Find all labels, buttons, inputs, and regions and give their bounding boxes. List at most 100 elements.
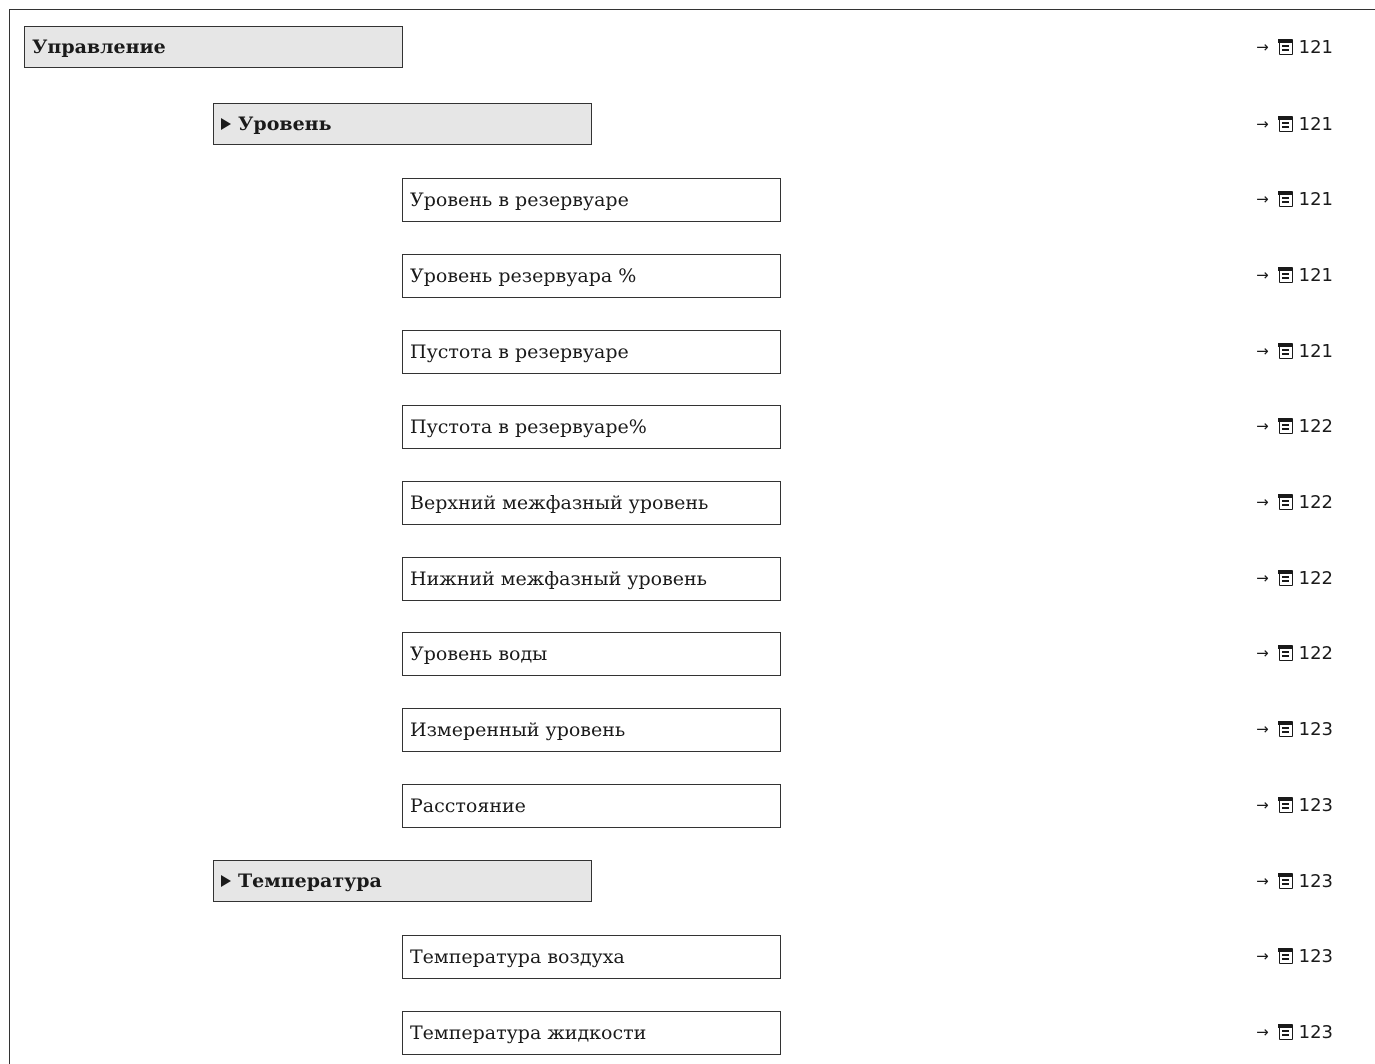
page-ref[interactable]: → 122: [1256, 405, 1333, 447]
parameter-row: Верхний межфазный уровень → 122: [0, 481, 1375, 525]
parameter-label: Расстояние: [410, 795, 526, 817]
page-number: 122: [1298, 415, 1333, 437]
page-ref[interactable]: → 122: [1256, 481, 1333, 523]
page-ref[interactable]: → 123: [1256, 935, 1333, 977]
page-reference-icon: [1278, 190, 1293, 207]
triangle-right-icon: [221, 875, 231, 887]
arrow-right-icon: →: [1256, 38, 1269, 56]
page-number: 122: [1298, 567, 1333, 589]
arrow-right-icon: →: [1256, 569, 1269, 587]
parameter-label: Верхний межфазный уровень: [410, 492, 709, 514]
parameter-box-tank-level-percent[interactable]: Уровень резервуара %: [402, 254, 781, 298]
parameter-row: Пустота в резервуаре → 121: [0, 330, 1375, 374]
page-number: 121: [1298, 188, 1333, 210]
parameter-box-distance[interactable]: Расстояние: [402, 784, 781, 828]
page-number: 123: [1298, 945, 1333, 967]
page-number: 121: [1298, 36, 1333, 58]
parameter-box-tank-ullage[interactable]: Пустота в резервуаре: [402, 330, 781, 374]
parameter-row: Измеренный уровень → 123: [0, 708, 1375, 752]
parameter-box-upper-interface-level[interactable]: Верхний межфазный уровень: [402, 481, 781, 525]
page-ref-level[interactable]: → 121: [1256, 103, 1333, 145]
parameter-label: Температура жидкости: [410, 1022, 647, 1044]
parameter-row: Пустота в резервуаре% → 122: [0, 405, 1375, 449]
page-reference-icon: [1278, 720, 1293, 737]
arrow-right-icon: →: [1256, 115, 1269, 133]
page-ref[interactable]: → 122: [1256, 557, 1333, 599]
parameter-box-tank-ullage-percent[interactable]: Пустота в резервуаре%: [402, 405, 781, 449]
arrow-right-icon: →: [1256, 1023, 1269, 1041]
arrow-right-icon: →: [1256, 872, 1269, 890]
arrow-right-icon: →: [1256, 190, 1269, 208]
page-reference-icon: [1278, 872, 1293, 889]
parameter-box-measured-level[interactable]: Измеренный уровень: [402, 708, 781, 752]
parameter-row: Уровень резервуара % → 121: [0, 254, 1375, 298]
parameter-label: Уровень резервуара %: [410, 265, 637, 287]
page-number: 122: [1298, 642, 1333, 664]
menu-title: Управление: [32, 36, 166, 58]
arrow-right-icon: →: [1256, 644, 1269, 662]
submenu-level-box[interactable]: Уровень: [213, 103, 592, 145]
submenu-label: Уровень: [238, 113, 332, 135]
parameter-row: Расстояние → 123: [0, 784, 1375, 828]
parameter-row: Температура воздуха → 123: [0, 935, 1375, 979]
parameter-label: Измеренный уровень: [410, 719, 626, 741]
parameter-row: Уровень в резервуаре → 121: [0, 178, 1375, 222]
submenu-row-temperature: Температура → 123: [0, 860, 1375, 904]
submenu-temperature-box[interactable]: Температура: [213, 860, 592, 902]
page-ref-management[interactable]: → 121: [1256, 26, 1333, 68]
arrow-right-icon: →: [1256, 417, 1269, 435]
page-reference-icon: [1278, 947, 1293, 964]
parameter-box-liquid-temperature[interactable]: Температура жидкости: [402, 1011, 781, 1055]
page-number: 121: [1298, 113, 1333, 135]
page-reference-icon: [1278, 569, 1293, 586]
page-ref[interactable]: → 121: [1256, 254, 1333, 296]
arrow-right-icon: →: [1256, 266, 1269, 284]
parameter-label: Нижний межфазный уровень: [410, 568, 708, 590]
menu-management-box[interactable]: Управление: [24, 26, 403, 68]
triangle-right-icon: [221, 118, 231, 130]
page-number: 122: [1298, 491, 1333, 513]
menu-row-management: Управление → 121: [0, 26, 1375, 70]
page-reference-icon: [1278, 38, 1293, 55]
page-reference-icon: [1278, 1023, 1293, 1040]
parameter-box-air-temperature[interactable]: Температура воздуха: [402, 935, 781, 979]
parameter-label: Уровень воды: [410, 643, 548, 665]
arrow-right-icon: →: [1256, 493, 1269, 511]
parameter-box-lower-interface-level[interactable]: Нижний межфазный уровень: [402, 557, 781, 601]
page-reference-icon: [1278, 796, 1293, 813]
parameter-label: Уровень в резервуаре: [410, 189, 629, 211]
arrow-right-icon: →: [1256, 342, 1269, 360]
arrow-right-icon: →: [1256, 947, 1269, 965]
page-ref-temperature[interactable]: → 123: [1256, 860, 1333, 902]
submenu-label: Температура: [238, 870, 382, 892]
page-reference-icon: [1278, 493, 1293, 510]
page-reference-icon: [1278, 115, 1293, 132]
page-number: 123: [1298, 794, 1333, 816]
page-ref[interactable]: → 121: [1256, 330, 1333, 372]
page-reference-icon: [1278, 266, 1293, 283]
arrow-right-icon: →: [1256, 720, 1269, 738]
page-ref[interactable]: → 123: [1256, 1011, 1333, 1053]
page-ref[interactable]: → 123: [1256, 708, 1333, 750]
arrow-right-icon: →: [1256, 796, 1269, 814]
parameter-label: Температура воздуха: [410, 946, 625, 968]
page-reference-icon: [1278, 644, 1293, 661]
parameter-box-water-level[interactable]: Уровень воды: [402, 632, 781, 676]
page-ref[interactable]: → 123: [1256, 784, 1333, 826]
page-number: 123: [1298, 1021, 1333, 1043]
submenu-row-level: Уровень → 121: [0, 103, 1375, 147]
parameter-row: Нижний межфазный уровень → 122: [0, 557, 1375, 601]
page-number: 121: [1298, 340, 1333, 362]
page-reference-icon: [1278, 417, 1293, 434]
page-number: 121: [1298, 264, 1333, 286]
parameter-box-tank-level[interactable]: Уровень в резервуаре: [402, 178, 781, 222]
page-ref[interactable]: → 122: [1256, 632, 1333, 674]
frame-top-border: [9, 9, 1375, 10]
parameter-row: Температура жидкости → 123: [0, 1011, 1375, 1055]
parameter-row: Уровень воды → 122: [0, 632, 1375, 676]
page-ref[interactable]: → 121: [1256, 178, 1333, 220]
page-number: 123: [1298, 718, 1333, 740]
parameter-label: Пустота в резервуаре%: [410, 416, 647, 438]
page-reference-icon: [1278, 342, 1293, 359]
page-number: 123: [1298, 870, 1333, 892]
